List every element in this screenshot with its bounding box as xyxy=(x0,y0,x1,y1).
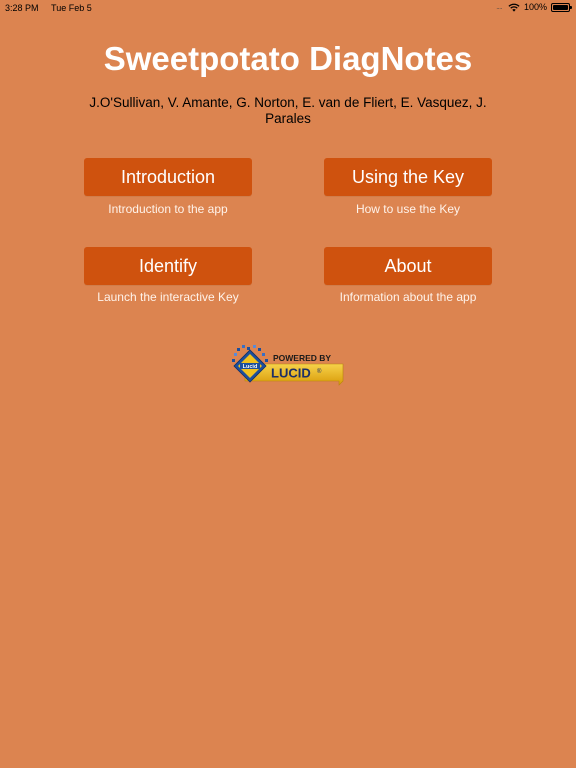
status-left: 3:28 PM Tue Feb 5 xyxy=(5,3,92,13)
battery-percent: 100% xyxy=(523,2,547,12)
signal-dots: .... xyxy=(496,3,502,11)
status-date: Tue Feb 5 xyxy=(51,3,92,13)
registered-mark: ® xyxy=(317,368,322,375)
status-bar: 3:28 PM Tue Feb 5 .... 100% xyxy=(0,0,576,16)
battery-fill xyxy=(553,4,568,10)
introduction-button[interactable]: Introduction xyxy=(84,158,252,196)
identify-description: Launch the interactive Key xyxy=(97,290,239,304)
authors-text: J.O'Sullivan, V. Amante, G. Norton, E. v… xyxy=(89,95,487,126)
identify-button[interactable]: Identify xyxy=(84,247,252,285)
using-the-key-description: How to use the Key xyxy=(355,202,461,216)
battery-icon xyxy=(551,2,572,12)
app-title: Sweetpotato DiagNotes xyxy=(103,40,473,77)
about-button[interactable]: About xyxy=(324,247,492,285)
introduction-description: Introduction to the app xyxy=(108,202,228,216)
powered-by-text: POWERED BY xyxy=(273,353,331,363)
status-right: .... 100% xyxy=(496,2,572,12)
about-description: Information about the app xyxy=(339,290,477,304)
status-time: 3:28 PM xyxy=(5,3,39,13)
powered-by-lucid-badge[interactable]: Lucid POWERED BY LUCID ® xyxy=(231,344,347,388)
lucid-logo-text: Lucid xyxy=(243,364,258,370)
wifi-icon xyxy=(508,3,520,12)
using-the-key-button[interactable]: Using the Key xyxy=(324,158,492,196)
lucid-brand-text: LUCID xyxy=(271,366,311,381)
